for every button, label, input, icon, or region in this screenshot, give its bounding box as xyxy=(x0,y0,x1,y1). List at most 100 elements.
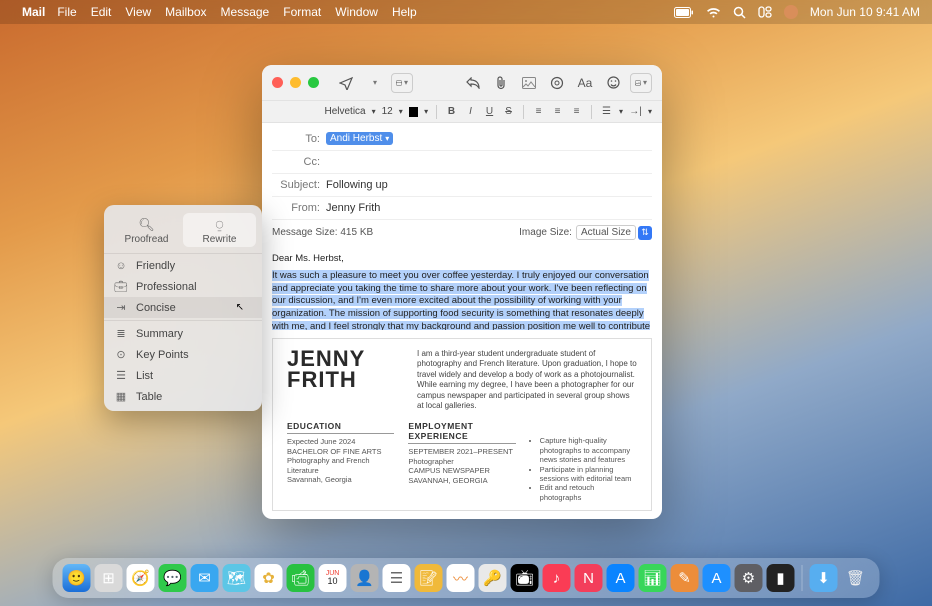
battery-icon[interactable] xyxy=(674,7,694,18)
control-center-icon[interactable] xyxy=(758,6,772,18)
color-swatch[interactable] xyxy=(409,107,418,117)
photo-browser-icon[interactable] xyxy=(518,73,540,93)
menu-clock[interactable]: Mon Jun 10 9:41 AM xyxy=(810,5,920,19)
rewrite-icon: ⍜ xyxy=(183,217,256,233)
subject-field[interactable]: Following up xyxy=(326,179,652,191)
app-name[interactable]: Mail xyxy=(22,5,45,19)
image-size-arrow-icon[interactable]: ⇅ xyxy=(638,226,652,240)
font-selector[interactable]: Helvetica xyxy=(324,106,365,117)
menu-edit[interactable]: Edit xyxy=(91,5,112,19)
menu-help[interactable]: Help xyxy=(392,5,417,19)
dock-numbers[interactable]: 📊︎ xyxy=(639,564,667,592)
body-p1: It was such a pleasure to meet you over … xyxy=(272,270,650,330)
emoji-button[interactable] xyxy=(602,73,624,93)
dock-finder[interactable]: 🙂 xyxy=(63,564,91,592)
opt-summary[interactable]: ≣Summary xyxy=(104,323,262,344)
send-options[interactable] xyxy=(363,73,385,93)
dock-passwords[interactable]: 🔑 xyxy=(479,564,507,592)
dock-mail[interactable]: ✉︎ xyxy=(191,564,219,592)
dock-notes[interactable]: 📝︎ xyxy=(415,564,443,592)
format-bar: Helvetica ▾ 12 ▾ ▾ B I U S ≡ ≡ ≡ ☰▾ →|▾ xyxy=(262,101,662,123)
dock-launchpad[interactable]: ⊞ xyxy=(95,564,123,592)
writing-tools-panel: 🔍︎ Proofread ⍜ Rewrite ☺Friendly 💼︎Profe… xyxy=(104,205,262,411)
menu-window[interactable]: Window xyxy=(335,5,378,19)
minimize-button[interactable] xyxy=(290,77,301,88)
menu-view[interactable]: View xyxy=(125,5,151,19)
format-button[interactable]: Aa xyxy=(574,73,596,93)
send-button[interactable] xyxy=(335,73,357,93)
reply-icon[interactable] xyxy=(462,73,484,93)
dock-iphone-mirror[interactable]: ▮ xyxy=(767,564,795,592)
menu-message[interactable]: Message xyxy=(221,5,270,19)
opt-table[interactable]: ▦Table xyxy=(104,386,262,407)
list-button[interactable]: ☰ xyxy=(600,106,613,117)
concise-icon: ⇥ xyxy=(114,301,128,314)
dock-maps[interactable]: 🗺︎ xyxy=(223,564,251,592)
strike-button[interactable]: S xyxy=(502,106,515,117)
to-recipient-token[interactable]: Andi Herbst xyxy=(326,132,393,145)
opt-list[interactable]: ☰List xyxy=(104,365,262,386)
dock-tv[interactable]: 📺︎ xyxy=(511,564,539,592)
underline-button[interactable]: U xyxy=(483,106,496,117)
align-right[interactable]: ≡ xyxy=(570,106,583,117)
insert-button[interactable] xyxy=(630,73,652,93)
opt-friendly[interactable]: ☺Friendly xyxy=(104,256,262,276)
align-left[interactable]: ≡ xyxy=(532,106,545,117)
user-icon[interactable] xyxy=(784,5,798,19)
dock-messages[interactable]: 💬 xyxy=(159,564,187,592)
close-button[interactable] xyxy=(272,77,283,88)
dock-news[interactable]: N xyxy=(575,564,603,592)
dock-appstore2[interactable]: A xyxy=(703,564,731,592)
dock-safari[interactable]: 🧭 xyxy=(127,564,155,592)
message-body[interactable]: Dear Ms. Herbst, It was such a pleasure … xyxy=(262,245,662,330)
menu-file[interactable]: File xyxy=(57,5,76,19)
menu-mailbox[interactable]: Mailbox xyxy=(165,5,206,19)
opt-professional[interactable]: 💼︎Professional xyxy=(104,276,262,297)
magnifier-icon: 🔍︎ xyxy=(110,217,183,233)
opt-concise[interactable]: ⇥Concise↖ xyxy=(104,297,262,318)
body-greeting: Dear Ms. Herbst, xyxy=(272,253,652,266)
proofread-tab[interactable]: 🔍︎ Proofread xyxy=(110,213,183,247)
dock: 🙂 ⊞ 🧭 💬 ✉︎ 🗺︎ ✿ 📹︎ JUN10 👤 ☰ 📝︎ 〰 🔑 📺︎ ♪… xyxy=(53,558,880,598)
image-size-label: Image Size: xyxy=(519,227,572,238)
dock-calendar[interactable]: JUN10 xyxy=(319,564,347,592)
dock-settings[interactable]: ⚙︎ xyxy=(735,564,763,592)
dock-downloads[interactable]: ⬇︎ xyxy=(810,564,838,592)
image-size-select[interactable]: Actual Size xyxy=(576,225,636,240)
zoom-button[interactable] xyxy=(308,77,319,88)
message-size-value: 415 KB xyxy=(340,227,373,238)
table-icon: ▦ xyxy=(114,390,128,403)
font-size[interactable]: 12 xyxy=(382,106,393,117)
smile-icon: ☺ xyxy=(114,260,128,272)
writing-tools-icon[interactable] xyxy=(546,73,568,93)
dock-appstore[interactable]: А xyxy=(607,564,635,592)
search-icon[interactable] xyxy=(733,6,746,19)
attachment-preview[interactable]: JENNY FRITH I am a third-year student un… xyxy=(272,338,652,511)
dock-trash[interactable]: 🗑︎ xyxy=(842,564,870,592)
resume-name: JENNY FRITH xyxy=(287,349,397,391)
italic-button[interactable]: I xyxy=(464,106,477,117)
dock-separator xyxy=(802,565,803,591)
to-label: To: xyxy=(272,133,326,145)
dock-music[interactable]: ♪ xyxy=(543,564,571,592)
dock-photos[interactable]: ✿ xyxy=(255,564,283,592)
wifi-icon[interactable] xyxy=(706,7,721,18)
dock-contacts[interactable]: 👤 xyxy=(351,564,379,592)
rewrite-tab[interactable]: ⍜ Rewrite xyxy=(183,213,256,247)
header-fields-toggle[interactable] xyxy=(391,73,413,93)
header-fields: To: Andi Herbst Cc: Subject: Following u… xyxy=(262,123,662,245)
bold-button[interactable]: B xyxy=(445,106,458,117)
from-field[interactable]: Jenny Frith xyxy=(326,202,652,214)
align-center[interactable]: ≡ xyxy=(551,106,564,117)
dock-freeform[interactable]: 〰 xyxy=(447,564,475,592)
opt-keypoints[interactable]: ⊙Key Points xyxy=(104,344,262,365)
menu-format[interactable]: Format xyxy=(283,5,321,19)
attach-button[interactable] xyxy=(490,73,512,93)
keypoints-icon: ⊙ xyxy=(114,348,128,361)
dock-pages[interactable]: ✎ xyxy=(671,564,699,592)
indent-button[interactable]: →| xyxy=(629,106,642,117)
dock-reminders[interactable]: ☰ xyxy=(383,564,411,592)
subject-label: Subject: xyxy=(272,179,326,191)
dock-facetime[interactable]: 📹︎ xyxy=(287,564,315,592)
resume-intro: I am a third-year student undergraduate … xyxy=(417,349,637,411)
